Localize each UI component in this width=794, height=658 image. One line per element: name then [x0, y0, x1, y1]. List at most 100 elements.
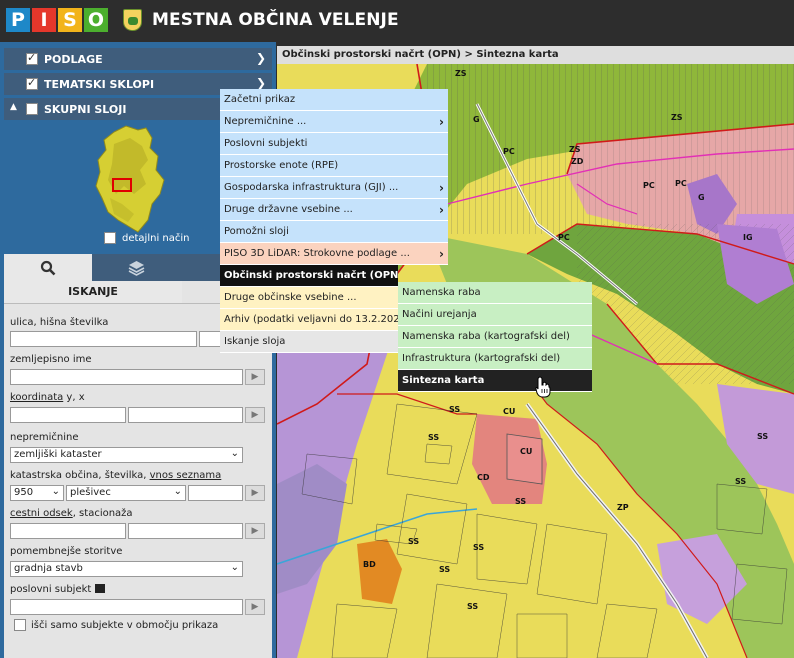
map-label: SS [449, 405, 460, 414]
menu-item-druge-drzavne[interactable]: Druge državne vsebine ... › [220, 199, 448, 221]
chevron-down-icon: ⌄ [230, 562, 239, 573]
chevron-right-icon: › [439, 203, 444, 217]
submenu-item-namenska-raba-kartografski[interactable]: Namenska raba (kartografski del) [398, 326, 592, 348]
submenu-item-nacini-urejanja[interactable]: Načini urejanja [398, 304, 592, 326]
menu-item-gji[interactable]: Gospodarska infrastruktura (GJI) ... › [220, 177, 448, 199]
property-selected-value: zemljiški kataster [14, 449, 102, 460]
submenu-item-infrastruktura[interactable]: Infrastruktura (kartografski del) [398, 348, 592, 370]
cadastral-number-select[interactable]: 950 ⌄ [10, 485, 64, 501]
menu-item-poslovni-subjekti[interactable]: Poslovni subjekti [220, 133, 448, 155]
business-input[interactable] [10, 599, 243, 615]
menu-item-prostorske-enote[interactable]: Prostorske enote (RPE) [220, 155, 448, 177]
app-header: PISO MESTNA OBČINA VELENJE [0, 0, 794, 42]
menu-item-label: Načini urejanja [402, 309, 477, 320]
logo-letter-tile: O [84, 8, 108, 32]
list-entry-link[interactable]: vnos seznama [150, 470, 222, 481]
coordinate-y-input[interactable] [10, 407, 126, 423]
overview-minimap[interactable] [94, 124, 166, 234]
map-label: SS [473, 543, 484, 552]
menu-item-nepremicnine[interactable]: Nepremičnine ... › [220, 111, 448, 133]
service-label: pomembnejše storitve [10, 546, 123, 557]
menu-item-arhiv[interactable]: Arhiv (podatki veljavni do 13.2.2023) [220, 309, 398, 331]
map-label: BD [363, 560, 376, 569]
menu-item-label: Infrastruktura (kartografski del) [402, 353, 561, 364]
service-selected-value: gradnja stavb [14, 563, 83, 574]
menu-item-lidar[interactable]: PISO 3D LiDAR: Strokovne podlage ... › [220, 243, 448, 265]
road-section-link[interactable]: cestni odsek [10, 508, 73, 519]
business-go-button[interactable]: ▶ [245, 599, 265, 615]
map-label: PC [643, 181, 655, 190]
map-label: CD [477, 473, 490, 482]
chevron-right-icon[interactable]: ❯ [256, 76, 266, 90]
menu-item-druge-obcinske[interactable]: Druge občinske vsebine ... [220, 287, 398, 309]
map-label: ZS [569, 145, 581, 154]
area-only-row: išči samo subjekte v območju prikaza [14, 619, 218, 631]
map-label: CU [503, 407, 515, 416]
property-select[interactable]: zemljiški kataster ⌄ [10, 447, 243, 463]
map-label: G [698, 193, 705, 202]
coordinate-label: koordinata y, x [10, 392, 85, 403]
place-name-input[interactable] [10, 369, 243, 385]
coordinate-go-button[interactable]: ▶ [245, 407, 265, 423]
skupni-checkbox[interactable] [26, 103, 38, 115]
coordinate-link[interactable]: koordinata [10, 392, 63, 403]
menu-item-zacetni-prikaz[interactable]: Začetni prikaz [220, 89, 448, 111]
tematski-checkbox[interactable] [26, 76, 38, 90]
place-name-go-button[interactable]: ▶ [245, 369, 265, 385]
search-icon [40, 260, 56, 275]
coordinate-x-input[interactable] [128, 407, 243, 423]
chevron-right-icon[interactable]: ❯ [256, 51, 266, 65]
menu-item-iskanje-sloja[interactable]: Iskanje sloja [220, 331, 398, 353]
podlage-checkbox[interactable] [26, 51, 38, 65]
layer-group-podlage[interactable]: PODLAGE ❯ [4, 48, 272, 70]
area-only-label: išči samo subjekte v območju prikaza [31, 619, 219, 631]
chainage-input[interactable] [128, 523, 243, 539]
menu-item-opn[interactable]: Občinski prostorski načrt (OPN) ... [220, 265, 398, 287]
layers-icon [128, 260, 144, 276]
chevron-down-icon: ⌄ [51, 486, 60, 497]
chevron-down-icon: ⌄ [230, 448, 239, 459]
service-select[interactable]: gradnja stavb ⌄ [10, 561, 243, 577]
tab-search[interactable] [4, 254, 92, 281]
coordinate-suffix: y, x [63, 392, 85, 403]
street-input[interactable] [10, 331, 197, 347]
piso-logo[interactable]: PISO [6, 8, 108, 32]
menu-item-pomozni-sloji[interactable]: Pomožni sloji [220, 221, 448, 243]
menu-item-label: Druge državne vsebine ... [224, 204, 353, 215]
municipality-title: MESTNA OBČINA VELENJE [152, 10, 399, 30]
map-label: SS [439, 565, 450, 574]
cadastral-name-select[interactable]: plešivec ⌄ [66, 485, 186, 501]
map-label: ZD [571, 157, 584, 166]
submenu-item-namenska-raba[interactable]: Namenska raba [398, 282, 592, 304]
menu-item-label: Nepremičnine ... [224, 116, 307, 127]
tab-layers[interactable] [92, 254, 180, 281]
collapse-triangle-icon[interactable]: ▲ [10, 102, 17, 112]
road-suffix: , stacionaža [72, 508, 133, 519]
business-label: poslovni subjekt [10, 584, 105, 595]
map-label: PC [503, 147, 515, 156]
parcel-number-input[interactable] [188, 485, 243, 501]
layer-group-label: PODLAGE [44, 52, 103, 66]
menu-item-label: Poslovni subjekti [224, 138, 308, 149]
map-label: ZS [671, 113, 683, 122]
parcel-go-button[interactable]: ▶ [245, 485, 265, 501]
map-label: G [473, 115, 480, 124]
municipality-crest-icon [123, 9, 142, 31]
menu-item-label: Gospodarska infrastruktura (GJI) ... [224, 182, 399, 193]
road-section-input[interactable] [10, 523, 126, 539]
detail-mode-label: detajlni način [122, 232, 190, 244]
submenu-item-sintezna-karta[interactable]: Sintezna karta [398, 370, 592, 392]
ko-name-value: plešivec [70, 487, 111, 498]
cadastral-label-text: katastrska občina, številka, [10, 470, 150, 481]
map-label: SS [428, 433, 439, 442]
road-go-button[interactable]: ▶ [245, 523, 265, 539]
detail-mode-checkbox[interactable] [104, 232, 116, 244]
logo-letter-tile: I [32, 8, 56, 32]
menu-item-label: Arhiv (podatki veljavni do 13.2.2023) [224, 314, 398, 325]
camera-icon[interactable] [94, 584, 105, 593]
menu-item-label: Začetni prikaz [224, 94, 296, 105]
place-name-label: zemljepisno ime [10, 354, 92, 365]
area-only-checkbox[interactable] [14, 619, 26, 631]
detail-mode-toggle[interactable]: detajlni način [104, 232, 189, 244]
map-label: SS [408, 537, 419, 546]
